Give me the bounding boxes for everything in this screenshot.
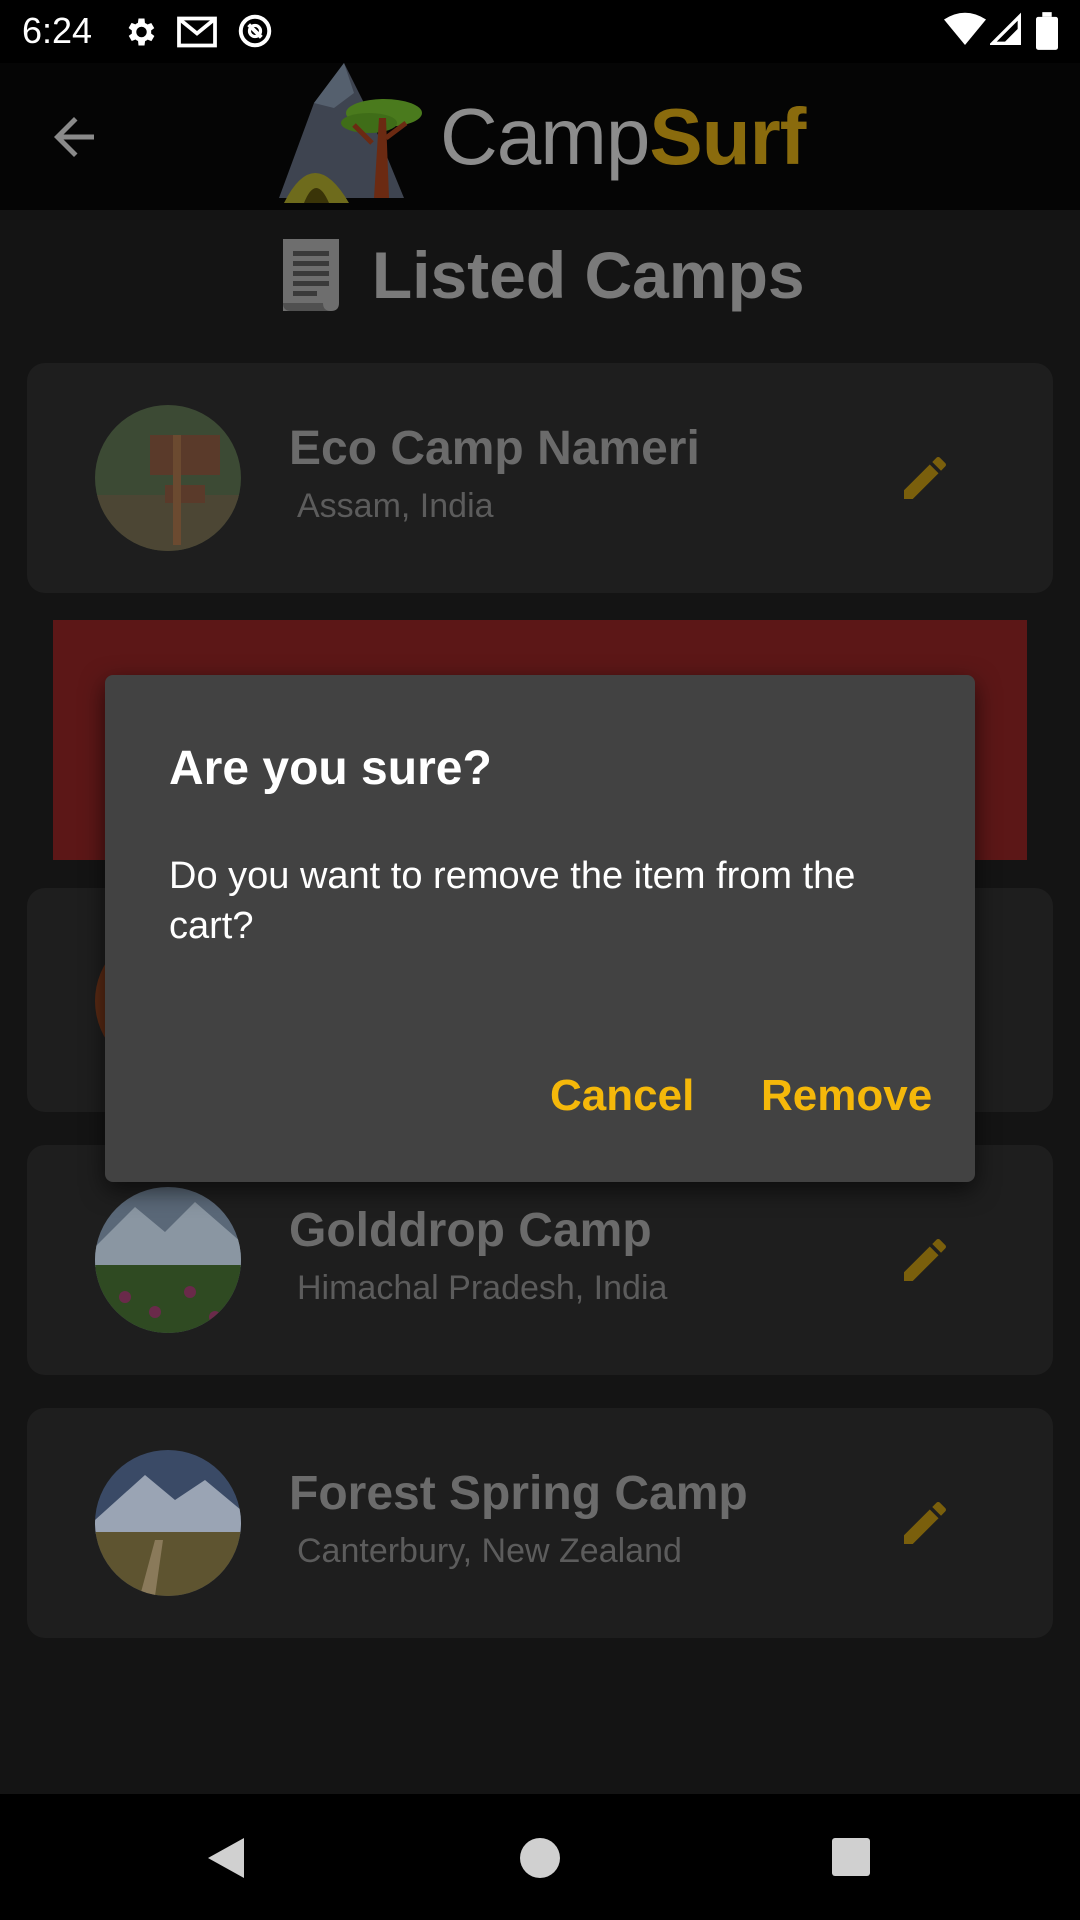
home-circle-icon[interactable]: [518, 1836, 562, 1880]
camp-location: Himachal Pradesh, India: [297, 1269, 668, 1307]
camp-location: Canterbury, New Zealand: [297, 1532, 682, 1570]
edit-pencil-icon[interactable]: [897, 1232, 953, 1288]
back-triangle-icon[interactable]: [204, 1834, 248, 1882]
camp-location: Assam, India: [297, 487, 494, 525]
camp-avatar: [95, 1187, 241, 1333]
recents-square-icon[interactable]: [830, 1836, 872, 1878]
remove-button[interactable]: Remove: [761, 1071, 932, 1121]
document-icon: [283, 239, 340, 311]
battery-icon: [1036, 12, 1058, 50]
camp-avatar: [95, 1450, 241, 1596]
campsurf-logo: [279, 63, 422, 203]
wifi-icon: [944, 12, 986, 45]
edit-pencil-icon[interactable]: [897, 450, 953, 506]
app-title: CampSurf: [440, 91, 806, 183]
page-title: Listed Camps: [0, 235, 1080, 315]
app-title-part1: Camp: [440, 92, 650, 181]
arrow-back-icon[interactable]: [44, 107, 104, 167]
app-bar: CampSurf: [0, 63, 1080, 210]
status-time: 6:24: [22, 10, 93, 51]
page-title-label: Listed Camps: [371, 238, 805, 312]
cancel-button[interactable]: Cancel: [550, 1071, 694, 1121]
confirm-dialog: Are you sure? Do you want to remove the …: [105, 675, 975, 1182]
camp-name: Forest Spring Camp: [289, 1467, 748, 1520]
camp-name: Golddrop Camp: [289, 1204, 652, 1257]
edit-pencil-icon[interactable]: [897, 1495, 953, 1551]
sync-icon: [238, 14, 272, 48]
app-title-part2: Surf: [649, 92, 806, 181]
camp-name: Eco Camp Nameri: [289, 422, 700, 475]
status-bar: 6:24: [0, 0, 1080, 63]
dialog-message: Do you want to remove the item from the …: [169, 855, 856, 947]
signal-icon: [990, 12, 1021, 45]
gmail-icon: [177, 16, 217, 48]
camp-card[interactable]: Forest Spring Camp Canterbury, New Zeala…: [27, 1408, 1053, 1638]
camp-avatar: [95, 405, 241, 551]
navigation-bar: [0, 1794, 1080, 1920]
settings-icon: [128, 18, 155, 46]
dialog-title: Are you sure?: [169, 742, 492, 795]
camp-card[interactable]: Eco Camp Nameri Assam, India: [27, 363, 1053, 593]
